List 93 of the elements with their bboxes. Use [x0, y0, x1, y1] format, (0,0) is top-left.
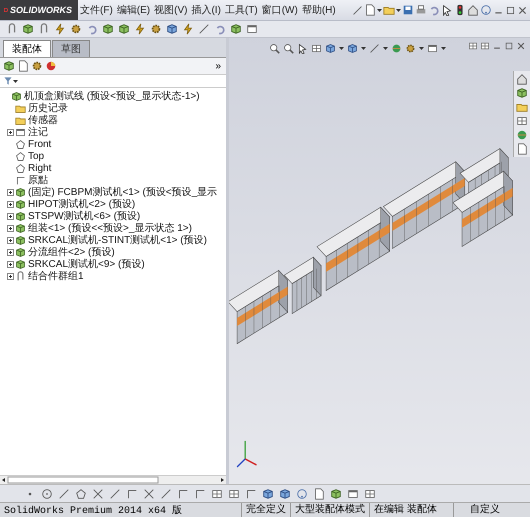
expand-toggle[interactable]: [7, 188, 14, 196]
component-icon[interactable]: [15, 222, 26, 234]
tree-item[interactable]: 原點: [28, 173, 48, 187]
overflow-button[interactable]: »: [213, 60, 223, 72]
cube-icon[interactable]: [166, 23, 178, 35]
tree-item[interactable]: HIPOT测试机<2> (预设): [28, 197, 136, 211]
expand-toggle[interactable]: [7, 224, 14, 232]
circle-icon[interactable]: [41, 488, 53, 500]
menu-item[interactable]: 窗口(W): [260, 1, 300, 19]
expand-toggle[interactable]: [7, 260, 14, 268]
save-icon[interactable]: [402, 4, 414, 16]
horizontal-scrollbar[interactable]: [0, 476, 226, 484]
select-arrow-icon[interactable]: [441, 4, 453, 16]
status-field: 自定义: [453, 503, 530, 517]
component-icon[interactable]: [15, 234, 26, 246]
close-icon[interactable]: [517, 4, 528, 16]
cube-icon[interactable]: [279, 488, 291, 500]
home-icon[interactable]: [516, 73, 528, 85]
component-icon[interactable]: [330, 488, 342, 500]
grid-icon[interactable]: [228, 488, 240, 500]
tree-item[interactable]: Top: [28, 150, 44, 162]
component-icon[interactable]: [15, 198, 26, 210]
tree-item[interactable]: (固定) FCBPM测试机<1> (预设<预设_显示: [28, 185, 218, 199]
gear-icon[interactable]: [150, 23, 162, 35]
tree-item[interactable]: STSPW测试机<6> (预设): [28, 209, 140, 223]
folder-icon[interactable]: [516, 101, 528, 113]
component-icon[interactable]: [15, 186, 26, 198]
product-version: SolidWorks Premium 2014 x64 版: [3, 504, 182, 517]
component-icon[interactable]: [15, 258, 26, 270]
restore-icon[interactable]: [504, 41, 514, 51]
tree-item[interactable]: 结合件群组1: [28, 269, 84, 283]
menu-item[interactable]: 插入(I): [189, 1, 223, 19]
component-icon[interactable]: [15, 210, 26, 222]
expand-toggle[interactable]: [7, 200, 14, 208]
feature-tree-tab-icon[interactable]: [3, 60, 15, 72]
tile-icon[interactable]: [468, 41, 478, 51]
tree-item[interactable]: SRKCAL测试机-STINT测试机<1> (预设): [28, 233, 207, 247]
status-field: 完全定义: [241, 503, 290, 517]
close-icon[interactable]: [516, 41, 526, 51]
help-icon[interactable]: [480, 4, 492, 16]
menu-item[interactable]: 编辑(E): [114, 1, 152, 19]
tree-item[interactable]: 机顶盒测试线 (预设<预设_显示状态-1>): [24, 89, 200, 103]
section-view-icon[interactable]: [311, 42, 322, 54]
assembly-icon[interactable]: [11, 90, 22, 102]
tree-item[interactable]: Right: [28, 162, 52, 174]
tree-item[interactable]: 历史记录: [28, 101, 68, 115]
grid-icon[interactable]: [211, 488, 223, 500]
expand-toggle[interactable]: [7, 236, 14, 244]
window-icon[interactable]: [246, 23, 258, 35]
corner-icon[interactable]: [177, 488, 189, 500]
tree-item[interactable]: 注记: [28, 125, 48, 139]
grid-icon[interactable]: [364, 488, 376, 500]
component-icon[interactable]: [230, 23, 242, 35]
panel-tab[interactable]: 草图: [52, 40, 90, 57]
zoom-area-icon[interactable]: [283, 42, 294, 54]
gear-icon[interactable]: [70, 23, 82, 35]
corner-icon[interactable]: [194, 488, 206, 500]
status-field: 在编辑 装配体: [369, 503, 441, 517]
component-icon[interactable]: [118, 23, 130, 35]
tree-item[interactable]: SRKCAL测试机<9> (预设): [28, 257, 145, 271]
panel-tab[interactable]: 装配体: [3, 40, 51, 57]
help-icon[interactable]: [296, 488, 308, 500]
menu-item[interactable]: 视图(V): [152, 1, 190, 19]
menu-item[interactable]: 帮助(H): [300, 1, 338, 19]
status-field: 大型装配体模式: [290, 503, 370, 517]
assembly-icon[interactable]: [102, 23, 114, 35]
tree-item[interactable]: 组装<1> (预设<<预设>_显示状态 1>): [28, 221, 192, 235]
restore-icon[interactable]: [505, 4, 516, 16]
window-icon[interactable]: [347, 488, 359, 500]
line-icon[interactable]: [58, 488, 70, 500]
tree-item[interactable]: 传感器: [28, 113, 58, 127]
line-icon[interactable]: [109, 488, 121, 500]
expand-toggle[interactable]: [7, 272, 14, 280]
undo-icon[interactable]: [214, 23, 226, 35]
component-icon[interactable]: [15, 246, 26, 258]
new-document-icon[interactable]: [364, 4, 376, 16]
tile-icon[interactable]: [480, 41, 490, 51]
line-icon[interactable]: [160, 488, 172, 500]
bolt-icon[interactable]: [182, 23, 194, 35]
menu-item[interactable]: 文件(F): [78, 1, 115, 19]
cube-icon[interactable]: [262, 488, 274, 500]
polygon-icon[interactable]: [75, 488, 87, 500]
axis-triad-icon: [236, 440, 257, 468]
zoom-to-fit-icon[interactable]: [269, 42, 280, 54]
print-icon[interactable]: [415, 4, 427, 16]
app-logo: SOLIDWORKS: [10, 5, 72, 15]
component-icon[interactable]: [22, 23, 34, 35]
menu-item[interactable]: 工具(T): [222, 1, 260, 19]
tree-item[interactable]: Front: [28, 138, 52, 150]
expand-toggle[interactable]: [7, 248, 14, 256]
tree-item[interactable]: 分流组件<2> (预设): [28, 245, 115, 259]
expand-toggle[interactable]: [7, 128, 14, 136]
expand-toggle[interactable]: [7, 212, 14, 220]
